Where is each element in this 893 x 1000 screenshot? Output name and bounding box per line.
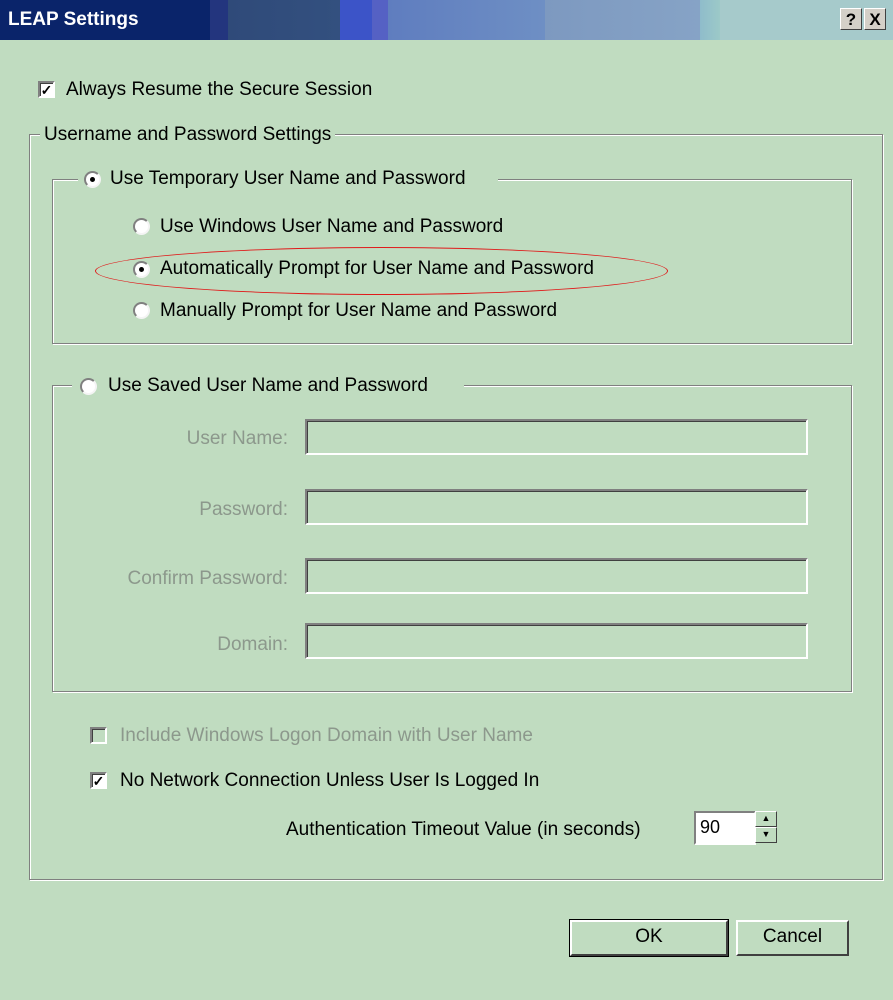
help-button[interactable]: ?: [840, 8, 862, 30]
username-label: User Name:: [186, 428, 288, 449]
ok-button[interactable]: OK: [569, 919, 729, 957]
windows-credentials-label: Use Windows User Name and Password: [160, 216, 504, 237]
always-resume-checkbox[interactable]: ✓: [38, 81, 55, 98]
temporary-radio[interactable]: [84, 171, 101, 188]
password-label: Password:: [199, 499, 288, 520]
confirm-password-label: Confirm Password:: [127, 568, 289, 589]
domain-label: Domain:: [217, 634, 288, 655]
saved-label: Use Saved User Name and Password: [108, 375, 428, 396]
manual-prompt-radio[interactable]: [133, 302, 150, 319]
confirm-password-field[interactable]: [305, 558, 808, 594]
include-domain-label: Include Windows Logon Domain with User N…: [120, 725, 533, 746]
username-field[interactable]: [305, 419, 808, 455]
timeout-label: Authentication Timeout Value (in seconds…: [286, 819, 641, 840]
password-field[interactable]: [305, 489, 808, 525]
temporary-label: Use Temporary User Name and Password: [110, 168, 466, 189]
window-title: LEAP Settings: [8, 9, 139, 30]
saved-radio[interactable]: [80, 378, 97, 395]
timeout-input[interactable]: 90: [694, 811, 756, 845]
highlight-annotation: [95, 247, 668, 295]
manual-prompt-label: Manually Prompt for User Name and Passwo…: [160, 300, 558, 321]
timeout-down-button[interactable]: ▼: [755, 827, 777, 843]
always-resume-label: Always Resume the Secure Session: [66, 79, 373, 100]
timeout-up-button[interactable]: ▲: [755, 811, 777, 827]
windows-credentials-radio[interactable]: [133, 218, 150, 235]
title-bar: LEAP Settings ? X: [0, 0, 893, 40]
cancel-button[interactable]: Cancel: [736, 920, 849, 956]
no-network-checkbox[interactable]: ✓: [90, 772, 107, 789]
domain-field[interactable]: [305, 623, 808, 659]
no-network-label: No Network Connection Unless User Is Log…: [120, 770, 540, 791]
radio-dot-icon: [90, 177, 95, 182]
close-button[interactable]: X: [864, 8, 886, 30]
credentials-group-legend: Username and Password Settings: [40, 124, 336, 146]
include-domain-checkbox[interactable]: [90, 727, 107, 744]
